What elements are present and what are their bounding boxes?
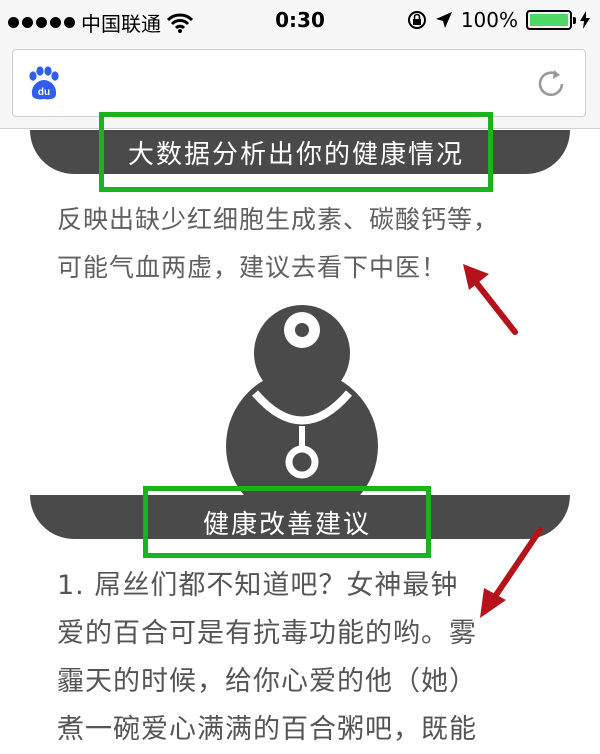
- health-advice-text: 1. 屌丝们都不知道吧？女神最钟 爱的百合可是有抗毒功能的哟。雾 霾天的时候，给…: [57, 562, 577, 754]
- section-title-health-advice: 健康改善建议: [143, 486, 431, 558]
- location-arrow-icon: [435, 12, 452, 28]
- battery-icon: [526, 10, 576, 30]
- battery-level: [530, 14, 568, 26]
- advice-line2: 爱的百合可是有抗毒功能的哟。雾: [57, 618, 477, 649]
- url-field[interactable]: du: [12, 49, 586, 117]
- section-title-health-analysis: 大数据分析出你的健康情况: [99, 112, 493, 192]
- reload-icon[interactable]: [535, 68, 567, 100]
- status-right: 100%: [407, 8, 590, 32]
- orientation-lock-icon: [407, 11, 426, 29]
- baidu-paw-icon[interactable]: du: [25, 66, 61, 102]
- gourd-stethoscope-icon: [226, 305, 378, 498]
- advice-line3: 霾天的时候，给你心爱的他（她）: [57, 666, 477, 697]
- battery-percent: 100%: [460, 8, 518, 32]
- red-arrow-annotation: [463, 264, 518, 335]
- status-bar: 中国联通 0:30 100%: [0, 0, 600, 40]
- advice-line4: 煮一碗爱心满满的百合粥吧，既能: [57, 714, 477, 745]
- svg-text:du: du: [38, 87, 50, 98]
- advice-line1: 1. 屌丝们都不知道吧？女神最钟: [57, 570, 459, 601]
- health-text-line1: 反映出缺少红细胞生成素、碳酸钙等，: [57, 205, 500, 234]
- charging-bolt-icon: [580, 11, 590, 29]
